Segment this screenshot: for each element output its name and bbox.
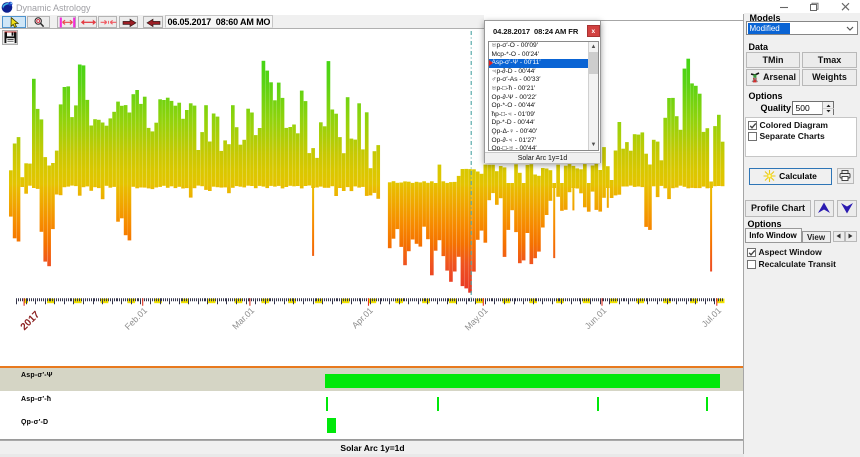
svg-text:Jun.01: Jun.01 xyxy=(583,305,609,331)
svg-text:Feb.01: Feb.01 xyxy=(123,305,150,332)
svg-text:May.01: May.01 xyxy=(463,305,490,332)
svg-text:Mar.01: Mar.01 xyxy=(230,305,256,331)
svg-text:Jul.01: Jul.01 xyxy=(700,305,724,329)
svg-text:Apr.01: Apr.01 xyxy=(350,305,375,330)
svg-text:2017: 2017 xyxy=(19,309,43,333)
